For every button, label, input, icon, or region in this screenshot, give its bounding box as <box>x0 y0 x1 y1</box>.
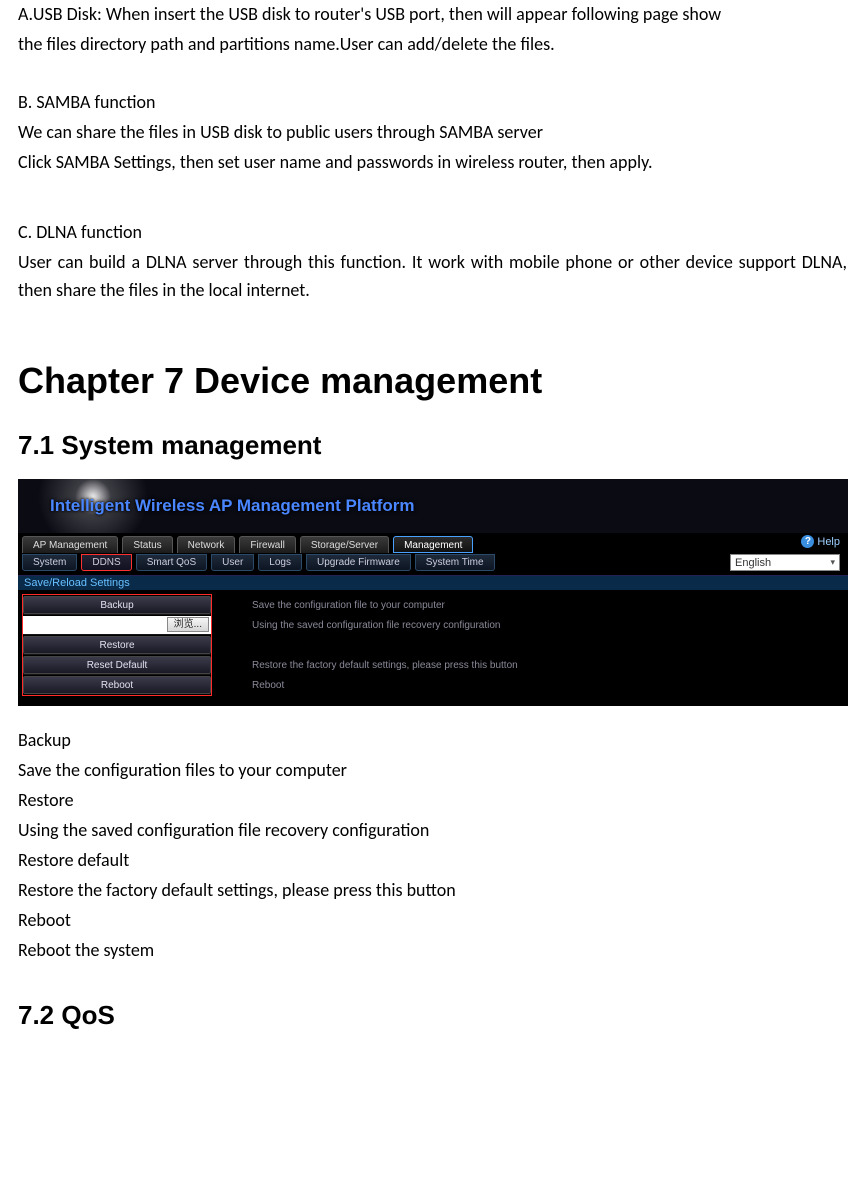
after-restore-desc: Using the saved configuration file recov… <box>18 816 847 844</box>
row-backup: Backup <box>23 595 211 615</box>
platform-title: Intelligent Wireless AP Management Platf… <box>50 496 415 516</box>
chapter-heading: Chapter 7 Device management <box>18 360 847 402</box>
para-c-line1: User can build a DLNA server through thi… <box>18 248 847 304</box>
help-icon: ? <box>801 535 814 548</box>
subtab-logs[interactable]: Logs <box>258 554 302 571</box>
banner: Intelligent Wireless AP Management Platf… <box>18 479 848 533</box>
para-b-line1: We can share the files in USB disk to pu… <box>18 118 847 146</box>
reboot-button[interactable]: Reboot <box>23 676 211 694</box>
subtab-smart-qos[interactable]: Smart QoS <box>136 554 207 571</box>
tab-ap-management[interactable]: AP Management <box>22 536 118 553</box>
file-input[interactable]: 浏览... <box>23 616 211 634</box>
backup-button[interactable]: Backup <box>23 596 211 614</box>
row-reboot: Reboot <box>23 675 211 695</box>
subtab-upgrade-firmware[interactable]: Upgrade Firmware <box>306 554 411 571</box>
language-select[interactable]: English ▾ <box>730 554 840 571</box>
desc-backup: Save the configuration file to your comp… <box>252 596 848 616</box>
router-admin-screenshot: Intelligent Wireless AP Management Platf… <box>18 479 848 706</box>
after-backup-desc: Save the configuration files to your com… <box>18 756 847 784</box>
after-reboot: Reboot <box>18 906 847 934</box>
row-reset-default: Reset Default <box>23 655 211 675</box>
subtab-user[interactable]: User <box>211 554 254 571</box>
after-reboot-desc: Reboot the system <box>18 936 847 964</box>
tab-firewall[interactable]: Firewall <box>239 536 295 553</box>
after-restore-default: Restore default <box>18 846 847 874</box>
subtab-system[interactable]: System <box>22 554 77 571</box>
reset-default-button[interactable]: Reset Default <box>23 656 211 674</box>
settings-body: Backup 浏览... Restore Reset Default Reboo… <box>18 590 848 706</box>
main-tab-row: AP Management Status Network Firewall St… <box>18 533 848 553</box>
help-link[interactable]: ? Help <box>801 535 840 548</box>
section-7-1-heading: 7.1 System management <box>18 430 847 461</box>
row-restore: Restore <box>23 635 211 655</box>
button-column: Backup 浏览... Restore Reset Default Reboo… <box>22 594 212 696</box>
restore-button[interactable]: Restore <box>23 636 211 654</box>
desc-restore <box>252 636 848 656</box>
after-restore-default-desc: Restore the factory default settings, pl… <box>18 876 847 904</box>
tab-storage-server[interactable]: Storage/Server <box>300 536 389 553</box>
after-restore: Restore <box>18 786 847 814</box>
para-a-line2: the files directory path and partitions … <box>18 30 847 58</box>
row-file: 浏览... <box>23 615 211 635</box>
para-a-line1: A.USB Disk: When insert the USB disk to … <box>18 0 847 28</box>
tab-network[interactable]: Network <box>177 536 236 553</box>
para-b-line2: Click SAMBA Settings, then set user name… <box>18 148 847 176</box>
heading-c: C. DLNA function <box>18 218 847 246</box>
tab-management[interactable]: Management <box>393 536 473 553</box>
subtab-ddns[interactable]: DDNS <box>81 554 131 571</box>
tab-status[interactable]: Status <box>122 536 172 553</box>
section-7-2-heading: 7.2 QoS <box>18 1000 847 1031</box>
help-label: Help <box>817 536 840 548</box>
after-backup: Backup <box>18 726 847 754</box>
sub-tab-row: System DDNS Smart QoS User Logs Upgrade … <box>18 553 848 575</box>
browse-button[interactable]: 浏览... <box>167 617 209 632</box>
desc-restore-file: Using the saved configuration file recov… <box>252 616 848 636</box>
desc-reboot: Reboot <box>252 676 848 696</box>
desc-reset-default: Restore the factory default settings, pl… <box>252 656 848 676</box>
heading-b: B. SAMBA function <box>18 88 847 116</box>
chevron-down-icon: ▾ <box>830 557 835 568</box>
description-column: Save the configuration file to your comp… <box>252 594 848 696</box>
subtab-system-time[interactable]: System Time <box>415 554 495 571</box>
section-label: Save/Reload Settings <box>18 575 848 590</box>
language-value: English <box>735 557 771 569</box>
